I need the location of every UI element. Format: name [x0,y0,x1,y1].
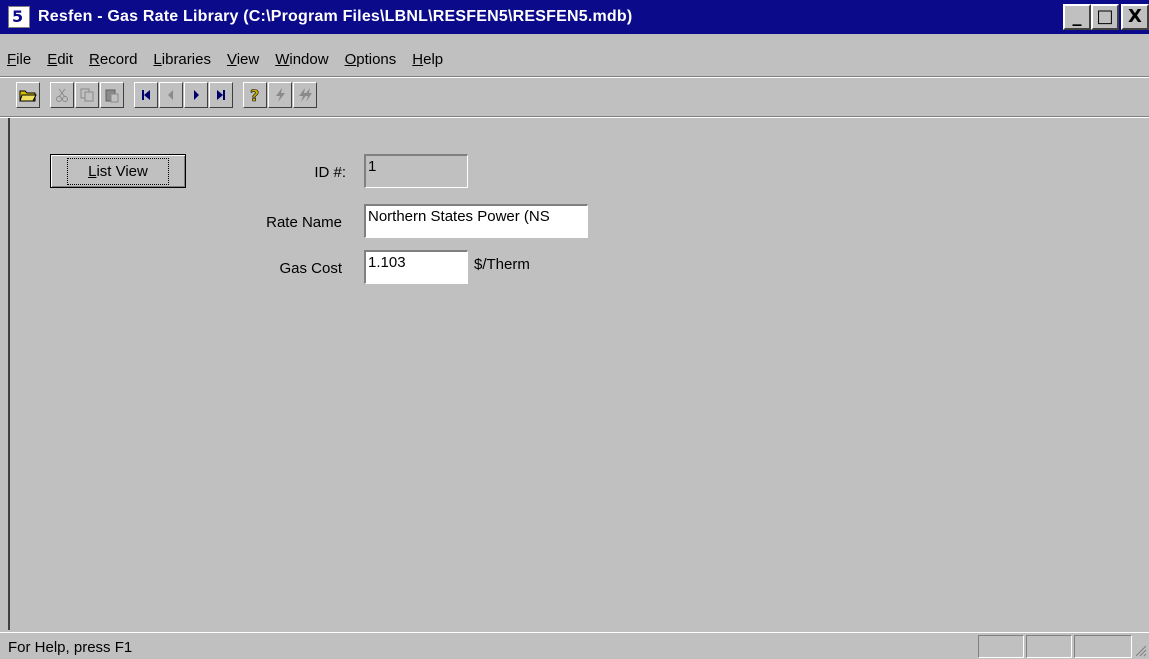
menu-record-label: ecord [99,50,138,68]
menu-view-mnemonic: V [226,50,237,68]
menu-options-mnemonic: O [344,50,357,68]
status-pane-2 [1026,635,1072,658]
menu-window-label: indow [289,50,329,68]
status-pane-3 [1074,635,1132,658]
gas-cost-label: Gas Cost [279,260,342,277]
menu-bar: File Edit Record Libraries View Window O… [0,46,451,72]
rate-name-label: Rate Name [266,214,342,231]
menu-view[interactable]: View [219,51,267,68]
next-record-icon[interactable] [184,82,208,108]
menu-help[interactable]: Help [404,51,451,68]
menu-record-mnemonic: R [89,50,100,68]
maximize-button[interactable]: □ [1091,4,1119,30]
status-pane-1 [978,635,1024,658]
status-text: For Help, press F1 [8,639,133,656]
app-icon[interactable] [8,6,30,28]
menu-help-mnemonic: H [412,50,424,68]
gas-cost-unit: $/Therm [474,256,530,273]
title-bar: Resfen - Gas Rate Library (C:\Program Fi… [0,0,1149,34]
resize-grip-icon[interactable] [1133,643,1147,657]
menu-file-label: ile [16,50,32,68]
first-record-icon[interactable] [134,82,158,108]
rate-name-input[interactable]: Northern States Power (NS [364,204,588,238]
cut-icon[interactable] [50,82,74,108]
menu-edit[interactable]: Edit [39,51,81,68]
minimize-button[interactable]: _ [1063,4,1091,30]
last-record-icon[interactable] [209,82,233,108]
menu-options[interactable]: Options [337,51,405,68]
toolbar: ? [16,82,325,112]
list-view-focus-rect: List View [67,157,169,185]
id-field: 1 [364,154,468,188]
status-bar: For Help, press F1 [0,632,1149,659]
gas-cost-input[interactable]: 1.103 [364,250,468,284]
menu-libraries[interactable]: Libraries [145,51,219,68]
menu-window-mnemonic: W [275,50,290,68]
menu-options-label: ptions [356,50,397,68]
calculate-all-icon[interactable] [293,82,317,108]
close-button[interactable]: X [1121,4,1149,30]
menu-help-label: elp [423,50,444,68]
svg-text:?: ? [250,86,259,104]
menu-edit-label: dit [57,50,74,68]
menu-file[interactable]: File [0,51,39,68]
menu-record[interactable]: Record [81,51,145,68]
menu-libraries-mnemonic: L [153,50,162,68]
previous-record-icon[interactable] [159,82,183,108]
menu-window[interactable]: Window [267,51,336,68]
copy-icon[interactable] [75,82,99,108]
menu-view-label: iew [236,50,260,68]
window-controls: _ □ X [1063,4,1149,30]
list-view-label: ist View [96,162,148,180]
calculate-icon[interactable] [268,82,292,108]
menu-libraries-label: ibraries [161,50,211,68]
open-folder-icon[interactable] [16,82,40,108]
help-icon[interactable]: ? [243,82,267,108]
menu-edit-mnemonic: E [47,50,58,68]
menu-file-mnemonic: F [7,50,17,68]
id-label: ID #: [314,164,346,181]
menu-separator [0,76,1149,78]
form-area: List View ID #: 1 Rate Name Northern Sta… [8,118,1149,630]
list-view-button[interactable]: List View [50,154,186,188]
paste-icon[interactable] [100,82,124,108]
window-title: Resfen - Gas Rate Library (C:\Program Fi… [38,8,633,25]
